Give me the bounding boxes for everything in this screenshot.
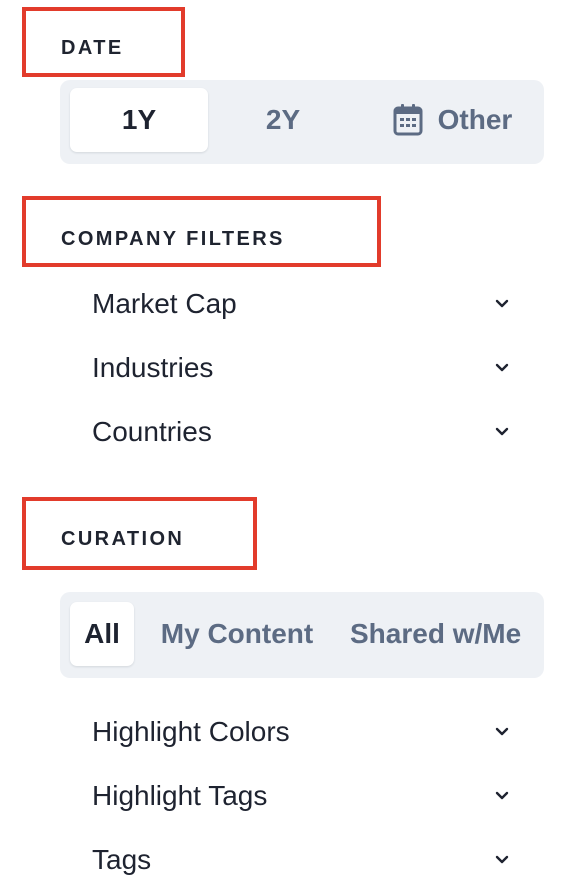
filter-label: Industries <box>92 352 214 383</box>
chevron-down-icon <box>492 722 512 742</box>
filter-label: Market Cap <box>92 288 237 319</box>
tab-label: My Content <box>160 618 314 649</box>
filter-industries[interactable]: Industries <box>92 346 512 390</box>
tab-label: All <box>84 618 120 649</box>
chevron-down-icon <box>492 294 512 314</box>
filter-countries[interactable]: Countries <box>92 410 512 454</box>
date-option-1y[interactable]: 1Y <box>70 88 208 152</box>
tab-label: Shared w/Me <box>350 618 522 649</box>
filter-tags[interactable]: Tags <box>92 838 512 882</box>
date-option-label: Other <box>437 104 513 135</box>
tab-shared-with-me[interactable]: Shared w/Me <box>350 602 544 666</box>
curation-tabs: All My Content Shared w/Me <box>60 592 544 678</box>
curation-section-title: CURATION <box>61 528 185 550</box>
company-filters-section-title: COMPANY FILTERS <box>61 228 285 250</box>
date-range-selector: 1Y 2Y Other <box>60 80 544 164</box>
date-option-2y[interactable]: 2Y <box>216 88 350 152</box>
filter-label: Tags <box>92 844 152 875</box>
filter-market-cap[interactable]: Market Cap <box>92 282 512 326</box>
filter-label: Highlight Tags <box>92 780 268 811</box>
filter-label: Highlight Colors <box>92 716 290 747</box>
date-option-other[interactable]: Other <box>360 88 544 152</box>
filter-highlight-tags[interactable]: Highlight Tags <box>92 774 512 818</box>
filter-highlight-colors[interactable]: Highlight Colors <box>92 710 512 754</box>
tab-my-content[interactable]: My Content <box>154 602 320 666</box>
chevron-down-icon <box>492 422 512 442</box>
date-option-label: 1Y <box>121 104 157 135</box>
chevron-down-icon <box>492 850 512 870</box>
date-section-title: DATE <box>61 37 124 59</box>
chevron-down-icon <box>492 358 512 378</box>
chevron-down-icon <box>492 786 512 806</box>
filter-label: Countries <box>92 416 212 447</box>
calendar-icon <box>392 103 424 137</box>
tab-all[interactable]: All <box>70 602 134 666</box>
date-option-label: 2Y <box>265 104 301 135</box>
